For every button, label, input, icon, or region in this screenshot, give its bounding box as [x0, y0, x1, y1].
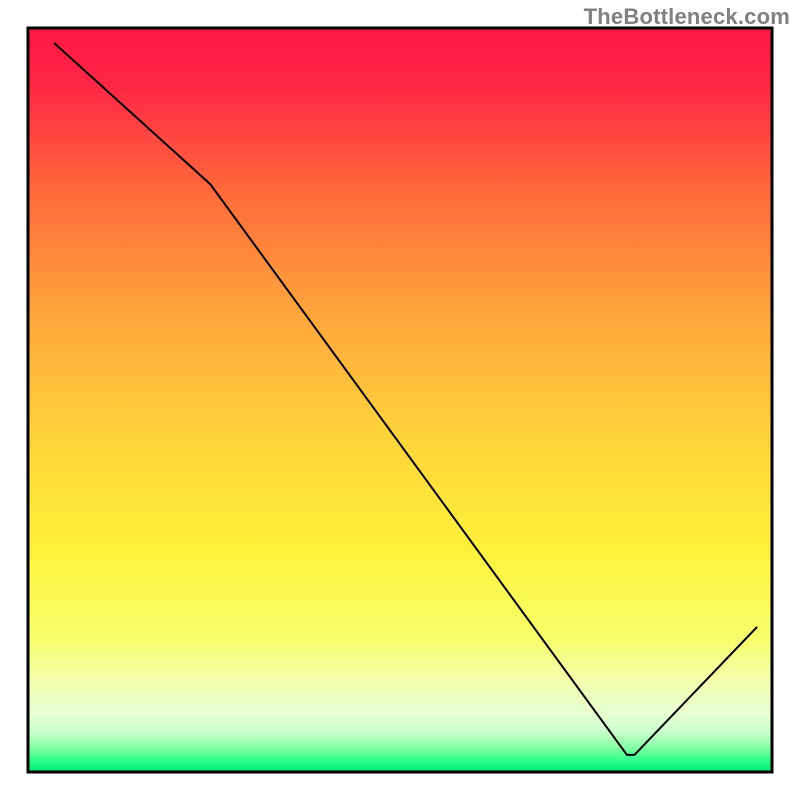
plot-area: [28, 28, 772, 772]
watermark-text: TheBottleneck.com: [584, 4, 790, 30]
chart-container: TheBottleneck.com: [0, 0, 800, 800]
bottleneck-chart: [0, 0, 800, 800]
